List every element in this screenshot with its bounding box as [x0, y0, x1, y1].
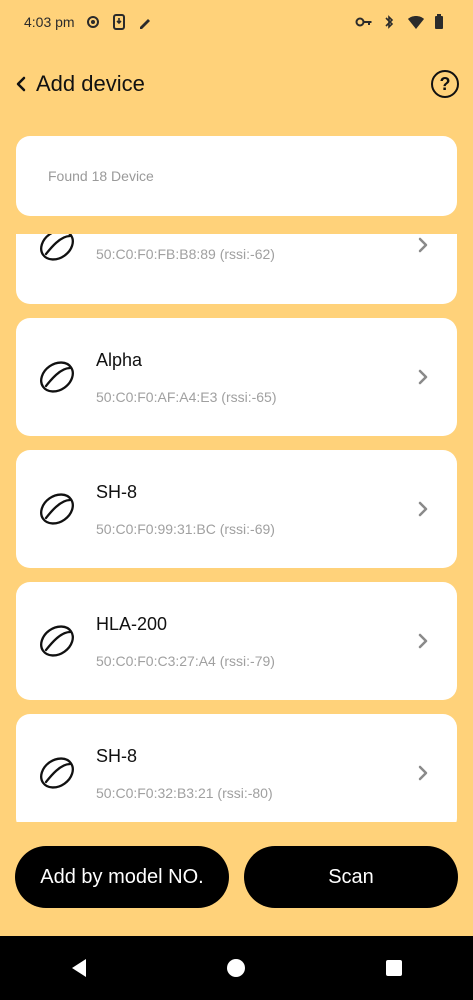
wifi-icon [407, 14, 424, 30]
device-item[interactable]: HLA-200 50:C0:F0:C3:27:A4 (rssi:-79) [16, 582, 457, 700]
system-nav-bar [0, 936, 473, 1000]
device-name: HLA-200 [96, 613, 168, 634]
device-name: SH-8 [96, 481, 138, 502]
ring-icon [40, 625, 74, 657]
device-item[interactable]: SH-8 50:C0:F0:32:B3:21 (rssi:-80) [16, 714, 457, 822]
bottom-actions: Add by model NO. Scan [0, 846, 473, 908]
chevron-right-icon [418, 237, 428, 253]
chevron-left-icon [16, 76, 26, 92]
square-icon [386, 960, 403, 976]
chevron-right-icon [418, 765, 428, 781]
bluetooth-icon [381, 14, 397, 30]
scan-button[interactable]: Scan [244, 846, 458, 908]
add-by-model-button[interactable]: Add by model NO. [15, 846, 229, 908]
circle-icon [227, 959, 246, 977]
help-icon[interactable]: ? [431, 70, 459, 98]
device-address: 50:C0:F0:32:B3:21 (rssi:-80) [96, 784, 273, 801]
key-icon [355, 14, 372, 30]
chevron-right-icon [418, 369, 428, 385]
ring-icon [40, 493, 74, 525]
back-nav-button[interactable] [68, 957, 90, 979]
ring-icon [40, 361, 74, 393]
app-header: Add device ? [0, 56, 473, 112]
device-address: 50:C0:F0:FB:B8:89 (rssi:-62) [96, 246, 275, 262]
device-item[interactable]: 50:C0:F0:FB:B8:89 (rssi:-62) [16, 234, 457, 304]
device-name: SH-8 [96, 745, 138, 766]
settings-icon [85, 14, 101, 30]
status-bar: 4:03 pm [0, 0, 473, 44]
device-address: 50:C0:F0:99:31:BC (rssi:-69) [96, 520, 275, 537]
recent-apps-nav-button[interactable] [383, 957, 405, 979]
status-time: 4:03 pm [24, 14, 75, 30]
device-item[interactable]: SH-8 50:C0:F0:99:31:BC (rssi:-69) [16, 450, 457, 568]
back-button[interactable]: Add device [14, 71, 145, 97]
download-icon [111, 14, 127, 30]
chevron-right-icon [418, 633, 428, 649]
device-list[interactable]: 50:C0:F0:FB:B8:89 (rssi:-62) Alpha 50:C0… [0, 234, 473, 822]
home-nav-button[interactable] [225, 957, 247, 979]
battery-icon [433, 14, 449, 30]
device-address: 50:C0:F0:C3:27:A4 (rssi:-79) [96, 652, 275, 669]
found-devices-card: Found 18 Device [16, 136, 457, 216]
device-name: Alpha [96, 349, 143, 370]
page-title: Add device [36, 71, 145, 96]
device-item[interactable]: Alpha 50:C0:F0:AF:A4:E3 (rssi:-65) [16, 318, 457, 436]
edit-icon [137, 14, 153, 30]
ring-icon [40, 757, 74, 789]
found-devices-label: Found 18 Device [48, 168, 154, 184]
triangle-left-icon [71, 959, 86, 977]
device-address: 50:C0:F0:AF:A4:E3 (rssi:-65) [96, 388, 277, 405]
ring-icon [40, 234, 74, 261]
chevron-right-icon [418, 501, 428, 517]
